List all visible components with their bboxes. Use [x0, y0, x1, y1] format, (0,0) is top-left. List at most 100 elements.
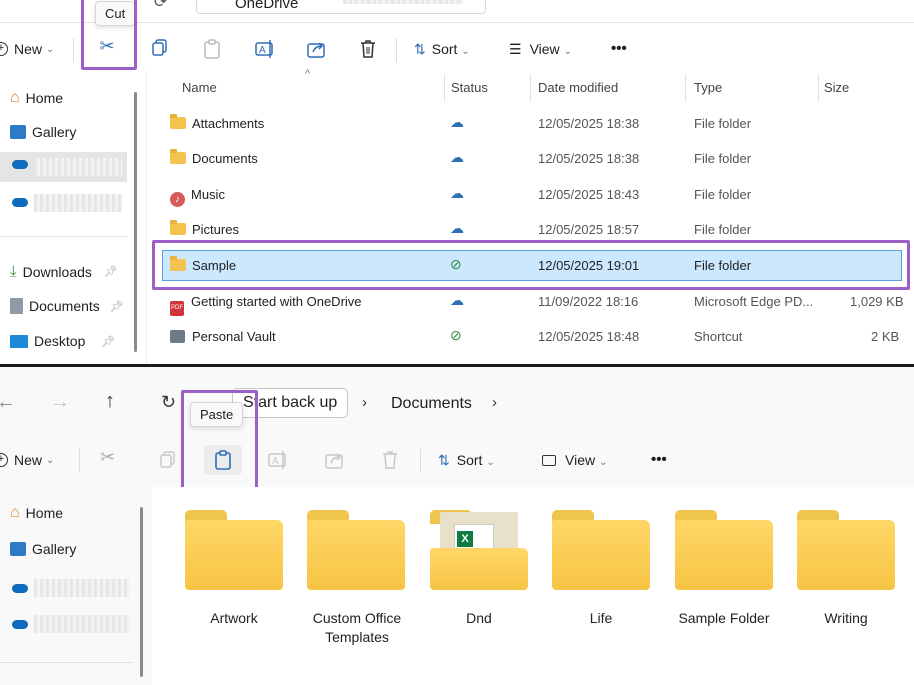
sidebar-item-label: Desktop [34, 333, 86, 349]
more-options-button[interactable]: ••• [611, 40, 627, 57]
copy-button[interactable] [150, 38, 170, 60]
column-header-type[interactable]: Type [694, 80, 722, 95]
bottom-explorer-window: ← → ↑ ↻ Start back up › Documents › + Ne… [0, 367, 914, 685]
sidebar-item-downloads[interactable]: ⤓ Downloads 📌︎ [10, 263, 118, 280]
column-separator[interactable] [685, 74, 686, 102]
forward-arrow-icon[interactable]: → [50, 391, 70, 414]
sample-row-highlight [152, 240, 910, 290]
onedrive-icon [12, 584, 28, 593]
refresh-icon[interactable]: ↻ [161, 392, 176, 413]
sidebar-item-desktop[interactable]: Desktop 📌︎ [10, 333, 115, 349]
column-separator[interactable] [530, 74, 531, 102]
breadcrumb-separator-icon[interactable]: › [492, 394, 497, 411]
file-row-documents[interactable]: Documents ☁ 12/05/2025 18:38 File folder [160, 143, 910, 175]
share-button-disabled[interactable] [324, 449, 346, 476]
file-row-personal-vault[interactable]: Personal Vault ⊘ 12/05/2025 18:48 Shortc… [160, 321, 910, 353]
breadcrumb-current[interactable]: Documents [391, 395, 472, 413]
folder-label-sample-folder[interactable]: Sample Folder [664, 609, 784, 628]
sidebar-item-label: Gallery [32, 124, 77, 140]
chevron-down-icon: ⌄ [486, 457, 495, 468]
folder-icon[interactable] [552, 510, 650, 590]
file-row-getting-started[interactable]: PDF Getting started with OneDrive ☁ 11/09… [160, 286, 910, 318]
share-button[interactable] [306, 38, 328, 65]
folder-label-custom-office-templates[interactable]: Custom Office Templates [297, 609, 417, 647]
rename-icon: A [255, 40, 273, 58]
scissors-icon: ✂ [100, 447, 116, 467]
sidebar-item-home[interactable]: ⌂ Home [10, 504, 63, 522]
sidebar-item-label: Home [25, 90, 64, 106]
paste-button[interactable] [202, 38, 222, 65]
sidebar-item-onedrive[interactable] [0, 575, 134, 601]
copy-icon [152, 39, 167, 56]
sort-icon: ⇅ [414, 41, 426, 57]
sidebar-scrollbar[interactable] [140, 507, 143, 677]
blurred-account-name [34, 579, 130, 597]
new-button[interactable]: + New ⌄ [0, 452, 54, 468]
trash-icon [383, 451, 397, 469]
file-name: Personal Vault [192, 329, 276, 344]
folder-label-writing[interactable]: Writing [786, 609, 906, 628]
column-header-size[interactable]: Size [824, 80, 849, 95]
sort-label: Sort [456, 452, 483, 468]
sidebar-scrollbar[interactable] [134, 92, 137, 352]
folder-with-excel-file-icon[interactable]: X [430, 510, 528, 590]
sort-button[interactable]: ⇅ Sort ⌄ [414, 41, 470, 58]
rename-button[interactable]: A [254, 38, 276, 65]
file-size: 2 KB [871, 329, 900, 344]
sidebar-item-documents[interactable]: Documents 📌︎ [10, 298, 124, 314]
folder-icon [170, 220, 186, 235]
column-header-status[interactable]: Status [451, 80, 488, 95]
rename-button-disabled[interactable]: A [267, 449, 289, 476]
toolbar-separator [396, 38, 397, 62]
column-separator[interactable] [818, 74, 819, 102]
cut-button-disabled[interactable]: ✂ [100, 447, 115, 468]
folder-icon[interactable] [307, 510, 405, 590]
folder-icon[interactable] [185, 510, 283, 590]
up-arrow-icon[interactable]: ↑ [105, 390, 115, 413]
sidebar-item-gallery[interactable]: Gallery [10, 541, 76, 557]
folder-label-dnd[interactable]: Dnd [419, 609, 539, 628]
toolbar-separator [420, 449, 421, 473]
sidebar-item-onedrive[interactable] [0, 190, 127, 216]
cloud-status-icon: ☁ [450, 114, 464, 130]
chevron-down-icon: ⌄ [46, 43, 55, 55]
address-separator [0, 22, 914, 23]
folder-label-artwork[interactable]: Artwork [174, 609, 294, 628]
file-row-attachments[interactable]: Attachments ☁ 12/05/2025 18:38 File fold… [160, 108, 910, 140]
home-icon: ⌂ [10, 89, 20, 106]
file-row-music[interactable]: ♪ Music ☁ 12/05/2025 18:43 File folder [160, 179, 910, 211]
view-button[interactable]: View ⌄ [542, 452, 607, 468]
nav-refresh-icon[interactable]: ⟳ [154, 0, 167, 12]
breadcrumb-separator-icon[interactable]: › [362, 394, 367, 411]
synced-check-icon: ⊘ [450, 327, 462, 343]
svg-text:A: A [272, 456, 279, 467]
new-button[interactable]: + New ⌄ [0, 41, 54, 57]
delete-button-disabled[interactable] [380, 449, 400, 476]
sidebar-item-onedrive[interactable] [0, 611, 134, 637]
folder-label-life[interactable]: Life [541, 609, 661, 628]
column-separator[interactable] [444, 74, 445, 102]
more-options-button[interactable]: ••• [651, 451, 667, 468]
address-bar[interactable]: OneDrive [196, 0, 486, 14]
sidebar-item-home[interactable]: ⌂ Home [10, 89, 63, 107]
copy-icon [160, 451, 175, 468]
date-modified: 11/09/2022 18:16 [538, 294, 639, 309]
sidebar-item-gallery[interactable]: Gallery [10, 124, 76, 140]
folder-icon[interactable] [675, 510, 773, 590]
paste-button-highlight [181, 390, 258, 494]
delete-button[interactable] [358, 38, 378, 65]
copy-button-disabled[interactable] [158, 450, 178, 475]
file-name: Attachments [192, 116, 265, 131]
gallery-icon [10, 542, 26, 556]
view-label: View [529, 41, 560, 57]
column-header-date-modified[interactable]: Date modified [538, 80, 618, 95]
sidebar-item-onedrive-selected[interactable] [0, 152, 127, 182]
date-modified: 12/05/2025 18:57 [538, 222, 640, 237]
folder-icon[interactable] [797, 510, 895, 590]
column-header-name[interactable]: Name [182, 80, 217, 95]
view-button[interactable]: ☰ View ⌄ [509, 41, 572, 58]
desktop-icon [10, 334, 28, 348]
sort-button[interactable]: ⇅ Sort ⌄ [438, 452, 495, 469]
sidebar-item-label: Gallery [32, 541, 77, 557]
back-arrow-icon[interactable]: ← [0, 391, 16, 414]
